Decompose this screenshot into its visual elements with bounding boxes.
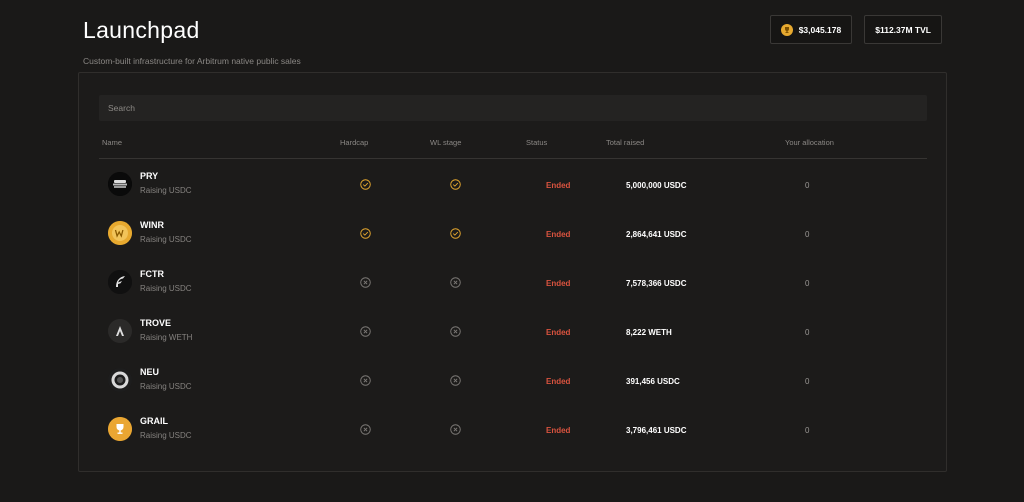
table-header: Name Hardcap WL stage Status Total raise… [102,138,927,148]
page-subtitle: Custom-built infrastructure for Arbitrum… [83,56,301,66]
x-circle-icon [450,375,461,386]
winr-logo-icon [108,221,132,245]
status-badge: Ended [546,328,571,337]
search-input[interactable] [99,95,927,121]
status-badge: Ended [546,377,571,386]
coin-icon [780,23,793,36]
project-raising: Raising USDC [140,382,192,391]
check-icon [450,228,461,239]
table-row[interactable]: GRAIL Raising USDC Ended 3,796,461 USDC … [99,404,927,453]
page-header: Launchpad Custom-built infrastructure fo… [83,17,301,66]
your-allocation: 0 [805,181,810,190]
project-name: PRY [140,171,159,181]
price-badge[interactable]: $3,045.178 [769,15,853,44]
project-name: NEU [140,367,160,377]
check-icon [360,228,371,239]
check-icon [450,179,461,190]
neu-logo-icon [108,368,132,392]
tvl-badge[interactable]: $112.37M TVL [864,15,942,44]
x-circle-icon [360,326,371,337]
column-status: Status [526,138,548,147]
x-circle-icon [360,375,371,386]
total-raised: 391,456 USDC [626,377,680,386]
x-circle-icon [450,326,461,337]
project-name: GRAIL [140,416,168,426]
launchpad-table-panel: Name Hardcap WL stage Status Total raise… [78,72,947,472]
page-title: Launchpad [83,17,200,43]
total-raised: 2,864,641 USDC [626,230,687,239]
pry-logo-icon [108,172,132,196]
project-raising: Raising USDC [140,284,192,293]
x-circle-icon [360,424,371,435]
column-name: Name [102,138,123,147]
column-total-raised: Total raised [606,138,645,147]
x-circle-icon [360,277,371,288]
column-your-allocation: Your allocation [785,138,834,147]
status-badge: Ended [546,230,571,239]
your-allocation: 0 [805,328,810,337]
column-hardcap: Hardcap [340,138,369,147]
grail-logo-icon [108,417,132,441]
trove-logo-icon [108,319,132,343]
project-name: WINR [140,220,164,230]
table-row[interactable]: WINR Raising USDC Ended 2,864,641 USDC 0 [99,208,927,257]
total-raised: 8,222 WETH [626,328,672,337]
x-circle-icon [450,424,461,435]
table-row[interactable]: TROVE Raising WETH Ended 8,222 WETH 0 [99,306,927,355]
total-raised: 7,578,366 USDC [626,279,687,288]
tvl-value: $112.37M TVL [875,24,931,35]
x-circle-icon [450,277,461,288]
status-badge: Ended [546,181,571,190]
project-raising: Raising WETH [140,333,193,342]
check-icon [360,179,371,190]
project-raising: Raising USDC [140,431,192,440]
total-raised: 3,796,461 USDC [626,426,687,435]
your-allocation: 0 [805,230,810,239]
project-name: TROVE [140,318,172,328]
your-allocation: 0 [805,279,810,288]
total-raised: 5,000,000 USDC [626,181,687,190]
project-raising: Raising USDC [140,186,192,195]
table-row[interactable]: PRY Raising USDC Ended 5,000,000 USDC 0 [99,159,927,208]
table-row[interactable]: NEU Raising USDC Ended 391,456 USDC 0 [99,355,927,404]
stats-bar: $3,045.178 $112.37M TVL [769,15,942,44]
table-row[interactable]: FCTR Raising USDC Ended 7,578,366 USDC 0 [99,257,927,306]
price-value: $3,045.178 [798,24,842,35]
status-badge: Ended [546,279,571,288]
project-name: FCTR [140,269,164,279]
your-allocation: 0 [805,426,810,435]
column-wl-stage: WL stage [430,138,462,147]
project-raising: Raising USDC [140,235,192,244]
status-badge: Ended [546,426,571,435]
fctr-logo-icon [108,270,132,294]
your-allocation: 0 [805,377,810,386]
